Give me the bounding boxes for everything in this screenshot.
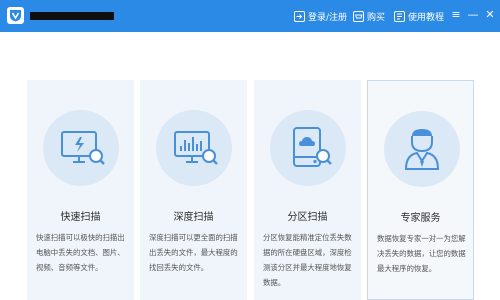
deep-scan-card[interactable]: 深度扫描 深度扫描可以更全面的扫描出丢失的文件，最大程度的找回丢失的文件。	[140, 80, 247, 300]
card-title: 深度扫描	[173, 212, 214, 223]
card-description: 深度扫描可以更全面的扫描出丢失的文件，最大程度的找回丢失的文件。	[149, 233, 238, 272]
quick-scan-icon-circle	[43, 110, 119, 186]
close-icon: ✕	[485, 8, 495, 21]
login-register-label: 登录/注册	[308, 12, 348, 23]
partition-scan-icon-circle	[270, 110, 346, 186]
buy-link[interactable]: 购买	[353, 8, 385, 24]
partition-scan-card[interactable]: 分区扫描 分区恢复能精准定位丢失数据的所在硬盘区域，深度检测该分区并最大程度地恢…	[254, 80, 361, 300]
close-button[interactable]: ✕	[482, 5, 498, 25]
card-title: 快速扫描	[60, 212, 101, 223]
chart-scan-icon	[174, 131, 218, 165]
card-description: 快速扫描可以极快的扫描出电脑中丢失的文档、图片、视频、音频等文件。	[36, 233, 125, 272]
tutorial-label: 使用教程	[408, 12, 445, 23]
expert-service-icon	[404, 129, 440, 170]
main-content: 快速扫描 快速扫描可以极快的扫描出电脑中丢失的文档、图片、视频、音频等文件。 深…	[0, 32, 500, 300]
menu-button[interactable]: ≡	[448, 5, 464, 25]
minimize-button[interactable]: —	[465, 5, 481, 25]
minimize-icon: —	[467, 8, 479, 21]
expert-service-card[interactable]: 专家服务 数据恢复专家一对一为您解决丢失的数据，让您的数据最大程序的恢复。	[367, 80, 474, 300]
card-title: 分区扫描	[287, 212, 328, 223]
card-description: 数据恢复专家一对一为您解决丢失的数据，让您的数据最大程序的恢复。	[377, 234, 466, 273]
window-title-redacted	[30, 12, 114, 20]
buy-icon	[353, 10, 364, 22]
login-icon	[294, 10, 305, 22]
expert-service-icon-circle	[384, 111, 460, 187]
monitor-scan-icon	[61, 131, 105, 165]
deep-scan-icon-circle	[156, 110, 232, 186]
card-title: 专家服务	[400, 213, 441, 224]
tutorial-link[interactable]: 使用教程	[394, 8, 444, 24]
book-icon	[394, 10, 405, 22]
disk-scan-icon	[293, 127, 332, 167]
quick-scan-card[interactable]: 快速扫描 快速扫描可以极快的扫描出电脑中丢失的文档、图片、视频、音频等文件。	[27, 80, 134, 300]
menu-icon: ≡	[451, 8, 461, 21]
buy-label: 购买	[367, 12, 386, 23]
login-register-link[interactable]: 登录/注册	[294, 8, 347, 24]
card-description: 分区恢复能精准定位丢失数据的所在硬盘区域，深度检测该分区并最大程度地恢复数据。	[263, 233, 352, 287]
app-logo	[7, 7, 24, 24]
title-bar: 登录/注册 购买 使用教程 ≡ — ✕	[0, 0, 500, 32]
